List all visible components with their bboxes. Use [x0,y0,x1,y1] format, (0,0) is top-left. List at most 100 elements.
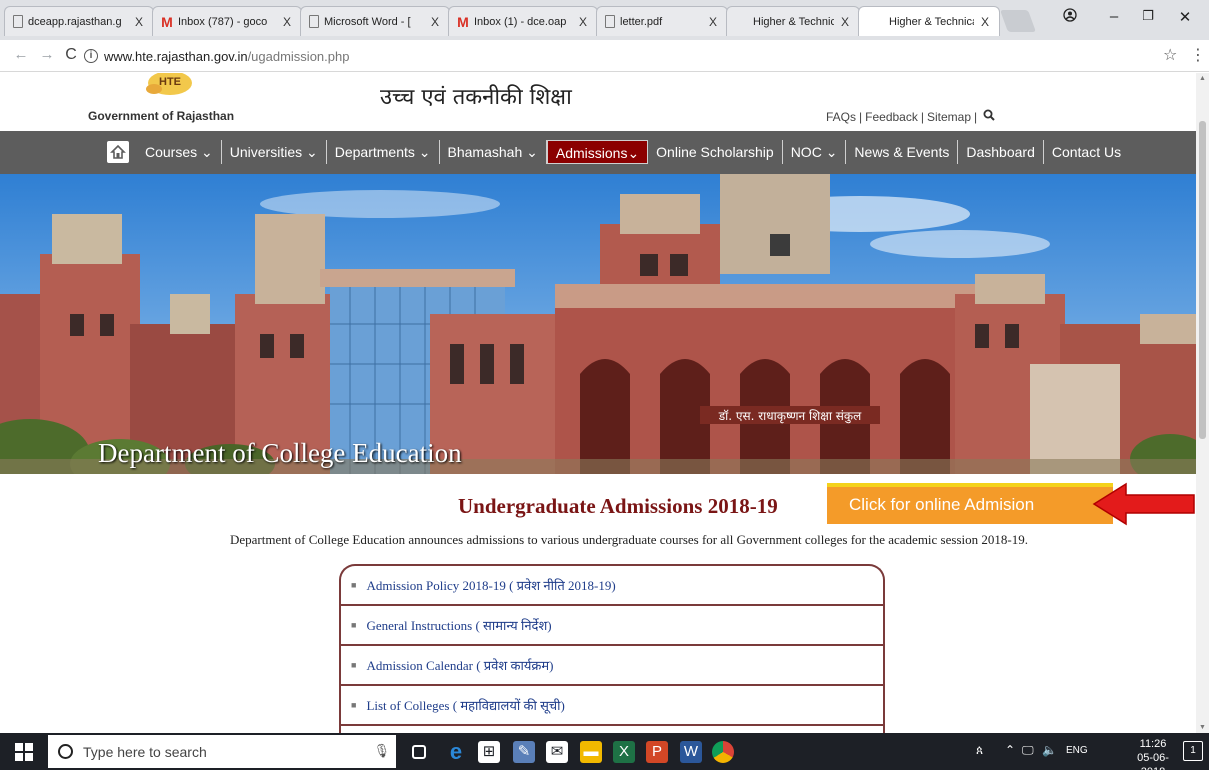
general-instructions-link[interactable]: General Instructions ( सामान्य निर्देश) [366,616,551,634]
sitemap-link[interactable]: Sitemap [927,110,971,124]
cortana-icon [58,744,73,759]
nav-courses[interactable]: Courses ⌄ [137,140,222,164]
tab-title: Inbox (787) - goco [178,15,268,28]
windows-start-icon[interactable] [15,743,33,761]
util-separator: | [920,109,924,124]
clock-date: 05-06-2018 [1137,752,1169,770]
admissions-announcement: Department of College Education announce… [230,532,1028,547]
volume-icon[interactable]: 🔈 [1042,743,1057,757]
nav-universities[interactable]: Universities ⌄ [222,140,327,164]
hte-logo: HTE [140,73,202,97]
tab-title: Higher & Technica [753,15,834,28]
nav-admissions[interactable]: Admissions⌄ [546,140,649,164]
info-icon[interactable]: i [84,49,98,63]
faqs-link[interactable]: FAQs [826,110,856,124]
online-admission-button[interactable]: Click for online Admision [827,483,1113,524]
people-icon[interactable]: ጰ [976,743,983,758]
powerpoint-icon[interactable]: P [646,741,668,763]
browser-tab-3[interactable]: Microsoft Word - [ X [300,6,450,36]
tab-title: letter.pdf [620,15,663,28]
list-item[interactable]: ■ Admission Policy 2018-19 ( प्रवेश नीति… [341,566,883,606]
file-explorer-icon[interactable]: ▬ [580,741,602,763]
red-arrow-icon [1092,481,1196,532]
page-scrollbar[interactable]: ▲ ▼ [1196,73,1209,733]
language-indicator[interactable]: ENG [1066,745,1088,756]
admission-policy-link[interactable]: Admission Policy 2018-19 ( प्रवेश नीति 2… [366,576,615,594]
list-item[interactable]: ■ Admission Calendar ( प्रवेश कार्यक्रम) [341,646,883,686]
url-host: www.hte.rajasthan.gov.in [104,48,248,64]
tab-title: Inbox (1) - dce.oap [474,15,567,28]
reload-icon[interactable]: C [62,46,80,64]
close-icon[interactable]: X [707,15,719,29]
mail-icon[interactable]: ✉ [546,741,568,763]
browser-tab-4[interactable]: M Inbox (1) - dce.oap X [448,6,598,36]
network-icon[interactable]: 🖵 [1022,743,1034,758]
notification-count: 1 [1190,745,1196,756]
scroll-down-icon[interactable]: ▼ [1199,724,1206,731]
hero-banner: डॉ. एस. राधाकृष्णन शिक्षा संकुल Departme… [0,174,1196,474]
browser-tab-2[interactable]: M Inbox (787) - goco X [152,6,302,36]
menu-icon[interactable]: ⋮ [1190,45,1206,65]
close-icon[interactable]: X [839,15,851,29]
util-separator: | [974,109,978,124]
restore-icon[interactable]: ❐ [1138,8,1158,24]
taskbar-search-box[interactable]: Type here to search 🎙 [48,735,396,768]
nav-departments[interactable]: Departments ⌄ [327,140,440,164]
word-icon[interactable]: W [680,741,702,763]
nav-news-events[interactable]: News & Events [846,140,959,164]
nav-bhamashah[interactable]: Bhamashah ⌄ [440,140,547,164]
browser-toolbar: ← → C i www.hte.rajasthan.gov.in/ugadmis… [0,40,1209,72]
nav-online-scholarship[interactable]: Online Scholarship [648,140,783,164]
tray-chevron-icon[interactable]: ⌃ [1005,743,1015,757]
address-bar[interactable]: i www.hte.rajasthan.gov.in/ugadmission.p… [84,44,1184,68]
microphone-icon[interactable]: 🎙 [373,743,390,759]
util-separator: | [859,109,863,124]
task-view-icon[interactable] [412,745,426,759]
admission-calendar-link[interactable]: Admission Calendar ( प्रवेश कार्यक्रम) [366,656,553,674]
system-clock[interactable]: 11:26 05-06-2018 [1128,737,1178,770]
close-icon[interactable]: X [429,15,441,29]
back-icon[interactable]: ← [12,46,30,63]
nav-dashboard[interactable]: Dashboard [958,140,1044,164]
tab-title: Higher & Technica [889,15,974,28]
profile-icon[interactable] [1060,8,1080,26]
nav-noc[interactable]: NOC ⌄ [783,140,847,164]
scroll-up-icon[interactable]: ▲ [1199,75,1206,82]
list-item[interactable]: ■ General Instructions ( सामान्य निर्देश… [341,606,883,646]
browser-tab-1[interactable]: dceapp.rajasthan.g X [4,6,154,36]
browser-tab-5[interactable]: letter.pdf X [596,6,728,36]
scrollbar-thumb[interactable] [1199,121,1206,439]
nav-contact-us[interactable]: Contact Us [1044,140,1129,164]
tab-title: dceapp.rajasthan.g [28,15,122,28]
window-close-icon[interactable]: ✕ [1175,8,1195,26]
close-icon[interactable]: X [281,15,293,29]
logo-text: HTE [159,76,181,88]
search-placeholder: Type here to search [83,743,207,760]
minimize-icon[interactable]: – [1104,8,1124,25]
web-page: HTE Government of Rajasthan उच्च एवं तकन… [0,73,1196,733]
list-of-colleges-link[interactable]: List of Colleges ( महाविद्यालयों की सूची… [366,696,564,714]
forward-icon[interactable]: → [38,46,56,63]
search-icon[interactable] [983,109,995,124]
close-icon[interactable]: X [133,15,145,29]
utility-links: FAQs | Feedback | Sitemap | [826,109,995,124]
paint-icon[interactable]: ✎ [513,741,535,763]
excel-icon[interactable]: X [613,741,635,763]
document-icon [13,15,23,28]
store-icon[interactable]: ⊞ [478,741,500,763]
bookmark-star-icon[interactable]: ☆ [1163,45,1177,65]
edge-icon[interactable]: e [445,741,467,763]
action-center-icon[interactable]: 1 [1183,741,1203,761]
home-icon[interactable] [107,141,129,163]
gmail-icon: M [457,13,469,30]
feedback-link[interactable]: Feedback [865,110,918,124]
browser-tab-strip: dceapp.rajasthan.g X M Inbox (787) - goc… [0,0,1209,40]
hero-caption: Department of College Education [98,438,462,468]
close-icon[interactable]: X [577,15,589,29]
chrome-icon[interactable] [712,741,734,763]
browser-tab-6[interactable]: Higher & Technica X [726,6,860,36]
list-item[interactable]: ■ List of Colleges ( महाविद्यालयों की सू… [341,686,883,726]
browser-tab-7-active[interactable]: Higher & Technica X [858,6,1000,36]
new-tab-button[interactable] [999,10,1037,32]
close-icon[interactable]: X [979,15,991,29]
